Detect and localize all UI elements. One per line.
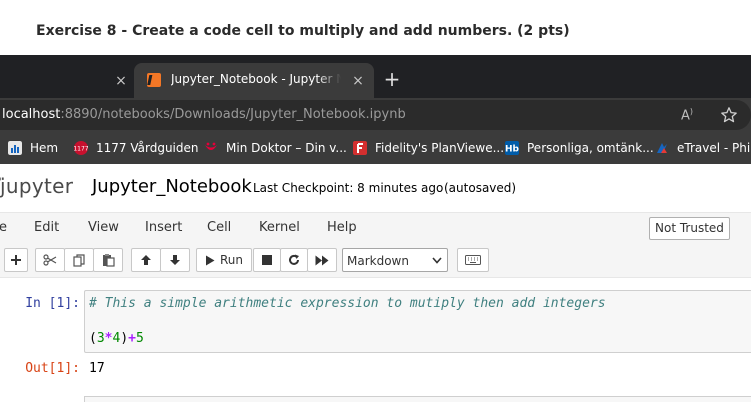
menu-kernel[interactable]: Kernel <box>259 220 300 235</box>
notebook-container: In [1]: # This a simple arithmetic expre… <box>0 279 751 402</box>
address-bar-row: localhost:8890/notebooks/Downloads/Jupyt… <box>0 98 751 131</box>
jupyter-logo[interactable]: jupyter <box>0 174 73 198</box>
bookmark-label: eTravel - Philip <box>677 141 751 155</box>
code-number-5: 5 <box>135 331 144 346</box>
favorite-star-icon[interactable] <box>720 106 738 124</box>
cut-button[interactable] <box>35 248 65 272</box>
arrow-up-icon <box>141 255 151 265</box>
autosave-status: (autosaved) <box>444 181 517 195</box>
plus-icon <box>11 255 21 265</box>
url-host: localhost <box>2 107 61 122</box>
logo-text: jupyter <box>0 174 74 198</box>
bookmark-min-doktor[interactable]: Min Doktor – Din v... <box>204 138 347 158</box>
play-icon <box>205 255 215 265</box>
move-down-button[interactable] <box>160 248 190 272</box>
menu-cell[interactable]: Cell <box>207 220 231 235</box>
close-icon[interactable]: × <box>350 73 366 89</box>
read-aloud-icon[interactable]: A) <box>681 107 693 123</box>
code-paren-open: ( <box>89 331 97 346</box>
bookmark-1177[interactable]: 1177 1177 Vårdguiden <box>74 138 199 158</box>
menu-view[interactable]: View <box>88 220 119 235</box>
close-icon[interactable]: × <box>113 73 129 89</box>
new-tab-button[interactable]: + <box>382 69 402 89</box>
fidelity-icon <box>353 141 367 155</box>
browser-tab-jupyter[interactable]: Jupyter_Notebook - Jupyter Notebook × <box>134 63 374 98</box>
restart-button[interactable] <box>280 248 308 272</box>
notebook-name[interactable]: Jupyter_Notebook <box>92 176 252 197</box>
cell-output: 17 <box>89 361 105 376</box>
menu-edit[interactable]: Edit <box>34 220 59 235</box>
bookmarks-bar: Hem 1177 1177 Vårdguiden Min Doktor – Di… <box>0 131 751 164</box>
code-operator-add: + <box>128 331 136 346</box>
svg-text:Hb: Hb <box>505 145 519 155</box>
url-text[interactable]: localhost:8890/notebooks/Downloads/Jupyt… <box>2 107 406 122</box>
exercise-header: Exercise 8 - Create a code cell to multi… <box>0 0 751 55</box>
code-comment: # This a simple arithmetic expression to… <box>89 296 606 311</box>
fast-forward-icon <box>315 255 329 265</box>
vardguiden-icon: 1177 <box>74 141 88 155</box>
run-button[interactable]: Run <box>196 248 252 272</box>
bookmark-fidelity[interactable]: Fidelity's PlanViewe... <box>353 138 504 158</box>
url-path: :8890/notebooks/Downloads/Jupyter_Notebo… <box>60 107 406 122</box>
run-label: Run <box>219 253 243 267</box>
code-paren-close: ) <box>120 331 129 346</box>
code-cell-input[interactable]: # This a simple arithmetic expression to… <box>84 290 751 353</box>
toolbar: Run Markdown <box>0 243 751 278</box>
tab-title: Jupyter_Notebook - Jupyter Notebook <box>171 72 341 86</box>
insert-cell-button[interactable] <box>4 248 28 272</box>
keyboard-icon <box>465 255 481 265</box>
bookmark-hem[interactable]: Hem <box>8 138 58 158</box>
cell-type-value: Markdown <box>347 254 409 268</box>
not-trusted-button[interactable]: Not Trusted <box>649 217 730 240</box>
copy-button[interactable] <box>64 248 94 272</box>
scissors-icon <box>43 254 57 266</box>
bookmark-etravel[interactable]: eTravel - Philip <box>655 138 751 158</box>
menubar: e Edit View Insert Cell Kernel Help Not … <box>0 212 751 243</box>
chevron-down-icon <box>432 257 442 264</box>
hem-icon <box>8 141 22 155</box>
min-doktor-icon <box>205 142 217 150</box>
code-number-3: 3 <box>96 331 105 346</box>
bookmark-label: Fidelity's PlanViewe... <box>375 141 505 155</box>
command-palette-button[interactable] <box>457 248 489 272</box>
refresh-icon <box>289 254 299 265</box>
bookmark-label: Hem <box>30 141 59 155</box>
bookmark-label: Min Doktor – Din v... <box>226 141 347 155</box>
browser-tab-strip: × Jupyter_Notebook - Jupyter Notebook × … <box>0 55 751 98</box>
bookmark-label: Personliga, omtänk... <box>527 141 654 155</box>
paste-button[interactable] <box>93 248 123 272</box>
menu-help[interactable]: Help <box>327 220 357 235</box>
next-code-cell[interactable] <box>84 396 751 402</box>
stop-icon <box>262 255 272 265</box>
jupyter-header: jupyter Jupyter_Notebook Last Checkpoint… <box>0 164 751 212</box>
etravel-icon <box>657 143 667 153</box>
arrow-down-icon <box>170 255 180 265</box>
bookmark-label: 1177 Vårdguiden <box>96 141 199 155</box>
jupyter-favicon <box>147 73 161 87</box>
bookmark-handelsbanken[interactable]: Hb Personliga, omtänk... <box>505 138 654 158</box>
interrupt-button[interactable] <box>253 248 281 272</box>
menu-file[interactable]: e <box>0 220 7 235</box>
address-bar[interactable]: localhost:8890/notebooks/Downloads/Jupyt… <box>0 100 751 130</box>
clipboard-icon <box>102 254 115 267</box>
code-line-expression: (3*4)+5 <box>89 331 144 346</box>
svg-text:1177: 1177 <box>74 146 88 153</box>
cell-type-select[interactable]: Markdown <box>342 248 448 272</box>
menu-insert[interactable]: Insert <box>145 220 182 235</box>
exercise-title: Exercise 8 - Create a code cell to multi… <box>36 23 570 39</box>
checkpoint-status: Last Checkpoint: 8 minutes ago <box>253 181 444 195</box>
copy-icon <box>72 253 85 267</box>
handelsbanken-icon: Hb <box>505 141 519 155</box>
code-line-comment: # This a simple arithmetic expression to… <box>89 296 606 311</box>
move-up-button[interactable] <box>131 248 161 272</box>
input-prompt: In [1]: <box>25 296 80 311</box>
browser-tab-previous[interactable]: × <box>0 63 134 98</box>
restart-run-all-button[interactable] <box>307 248 337 272</box>
output-prompt: Out[1]: <box>25 361 80 376</box>
